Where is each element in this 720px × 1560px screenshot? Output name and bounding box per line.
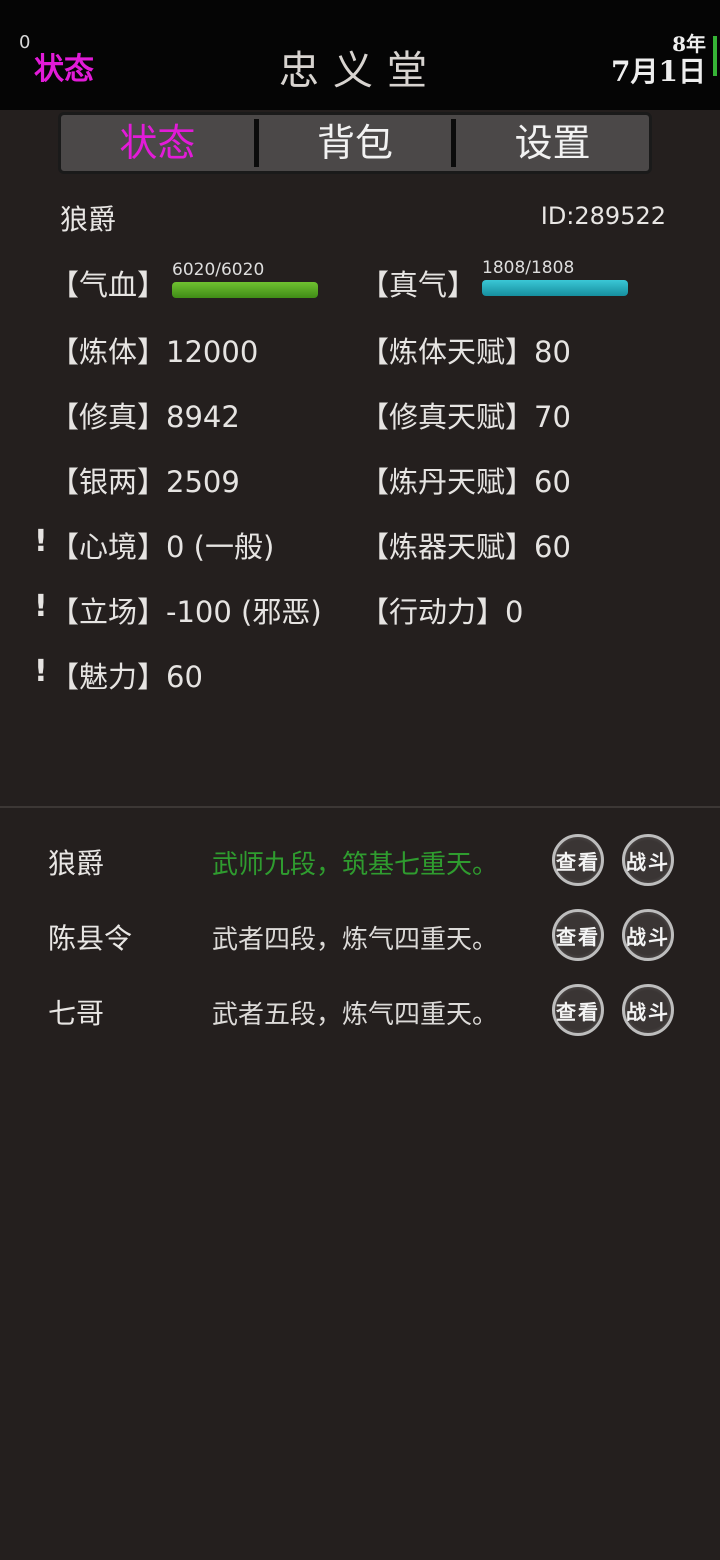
- tab-bar: 状态 背包 设置: [58, 112, 652, 174]
- view-button[interactable]: 查看: [552, 984, 604, 1036]
- stat-value: 2509: [166, 465, 240, 499]
- stat-label: 【立场】: [50, 595, 167, 629]
- warning-mark[interactable]: !: [34, 524, 48, 559]
- mp-label: 【真气】: [360, 268, 477, 302]
- stat-value: 60: [166, 660, 203, 694]
- stat-label: 【炼丹天赋】: [360, 465, 535, 499]
- member-name: 陈县令: [48, 922, 133, 955]
- mp-meter: 1808/1808: [482, 258, 628, 296]
- hp-label: 【气血】: [50, 268, 167, 302]
- view-button[interactable]: 查看: [552, 909, 604, 961]
- player-id: ID:289522: [540, 202, 666, 230]
- game-date: 7月1日: [611, 55, 706, 88]
- stat-label: 【炼器天赋】: [360, 530, 535, 564]
- stat-value: 0 (一般): [166, 530, 275, 564]
- top-bar: 0 状态 忠义堂 8年 7月1日: [0, 0, 720, 110]
- tab-status[interactable]: 状态: [61, 115, 254, 171]
- stat-charm: 【魅力】60: [50, 654, 203, 696]
- section-divider: [0, 806, 720, 808]
- member-desc: 武者五段，炼气四重天。: [212, 1000, 499, 1030]
- stat-forging-talent: 【炼器天赋】60: [360, 524, 571, 566]
- view-button[interactable]: 查看: [552, 834, 604, 886]
- stat-lianti-talent: 【炼体天赋】80: [360, 329, 571, 371]
- list-item: 陈县令 武者四段，炼气四重天。 查看 战斗: [0, 909, 720, 969]
- fight-button[interactable]: 战斗: [622, 984, 674, 1036]
- stat-value: 60: [534, 465, 571, 499]
- stat-value: 12000: [166, 335, 259, 369]
- member-name: 狼爵: [48, 847, 105, 880]
- stat-action-points: 【行动力】0: [360, 589, 523, 631]
- warning-mark[interactable]: !: [34, 589, 48, 624]
- warning-mark[interactable]: !: [34, 654, 48, 689]
- fight-button[interactable]: 战斗: [622, 909, 674, 961]
- hp-bar: [172, 282, 318, 298]
- stat-label: 【修真天赋】: [360, 400, 535, 434]
- stat-value: 60: [534, 530, 571, 564]
- fight-button[interactable]: 战斗: [622, 834, 674, 886]
- stat-label: 【行动力】: [360, 595, 506, 629]
- stat-mood: 【心境】0 (一般): [50, 524, 274, 566]
- hp-meter: 6020/6020: [172, 260, 318, 298]
- member-desc: 武师九段，筑基七重天。: [212, 850, 499, 880]
- list-item: 狼爵 武师九段，筑基七重天。 查看 战斗: [0, 834, 720, 894]
- member-name: 七哥: [48, 997, 105, 1030]
- player-name: 狼爵: [60, 203, 117, 236]
- stat-xiuzhen: 【修真】8942: [50, 394, 240, 436]
- stat-silver: 【银两】2509: [50, 459, 240, 501]
- stat-value: 70: [534, 400, 571, 434]
- stat-label: 【炼体天赋】: [360, 335, 535, 369]
- member-desc: 武者四段，炼气四重天。: [212, 925, 499, 955]
- stat-label: 【银两】: [50, 465, 167, 499]
- hp-text: 6020/6020: [172, 260, 265, 280]
- mp-bar: [482, 280, 628, 296]
- stat-label: 【修真】: [50, 400, 167, 434]
- stat-label: 【魅力】: [50, 660, 167, 694]
- stat-stance: 【立场】-100 (邪恶): [50, 589, 322, 631]
- stat-value: 0: [505, 595, 524, 629]
- stat-value: 8942: [166, 400, 240, 434]
- list-item: 七哥 武者五段，炼气四重天。 查看 战斗: [0, 984, 720, 1044]
- energy-indicator: [713, 36, 717, 76]
- stat-label: 【心境】: [50, 530, 167, 564]
- stat-alchemy-talent: 【炼丹天赋】60: [360, 459, 571, 501]
- mp-text: 1808/1808: [482, 258, 575, 278]
- tab-settings[interactable]: 设置: [456, 115, 649, 171]
- stat-value: 80: [534, 335, 571, 369]
- stat-xiuzhen-talent: 【修真天赋】70: [360, 394, 571, 436]
- stat-label: 【炼体】: [50, 335, 167, 369]
- stat-value: -100 (邪恶): [166, 595, 322, 629]
- tab-bag[interactable]: 背包: [259, 115, 452, 171]
- stat-lianti: 【炼体】12000: [50, 329, 258, 371]
